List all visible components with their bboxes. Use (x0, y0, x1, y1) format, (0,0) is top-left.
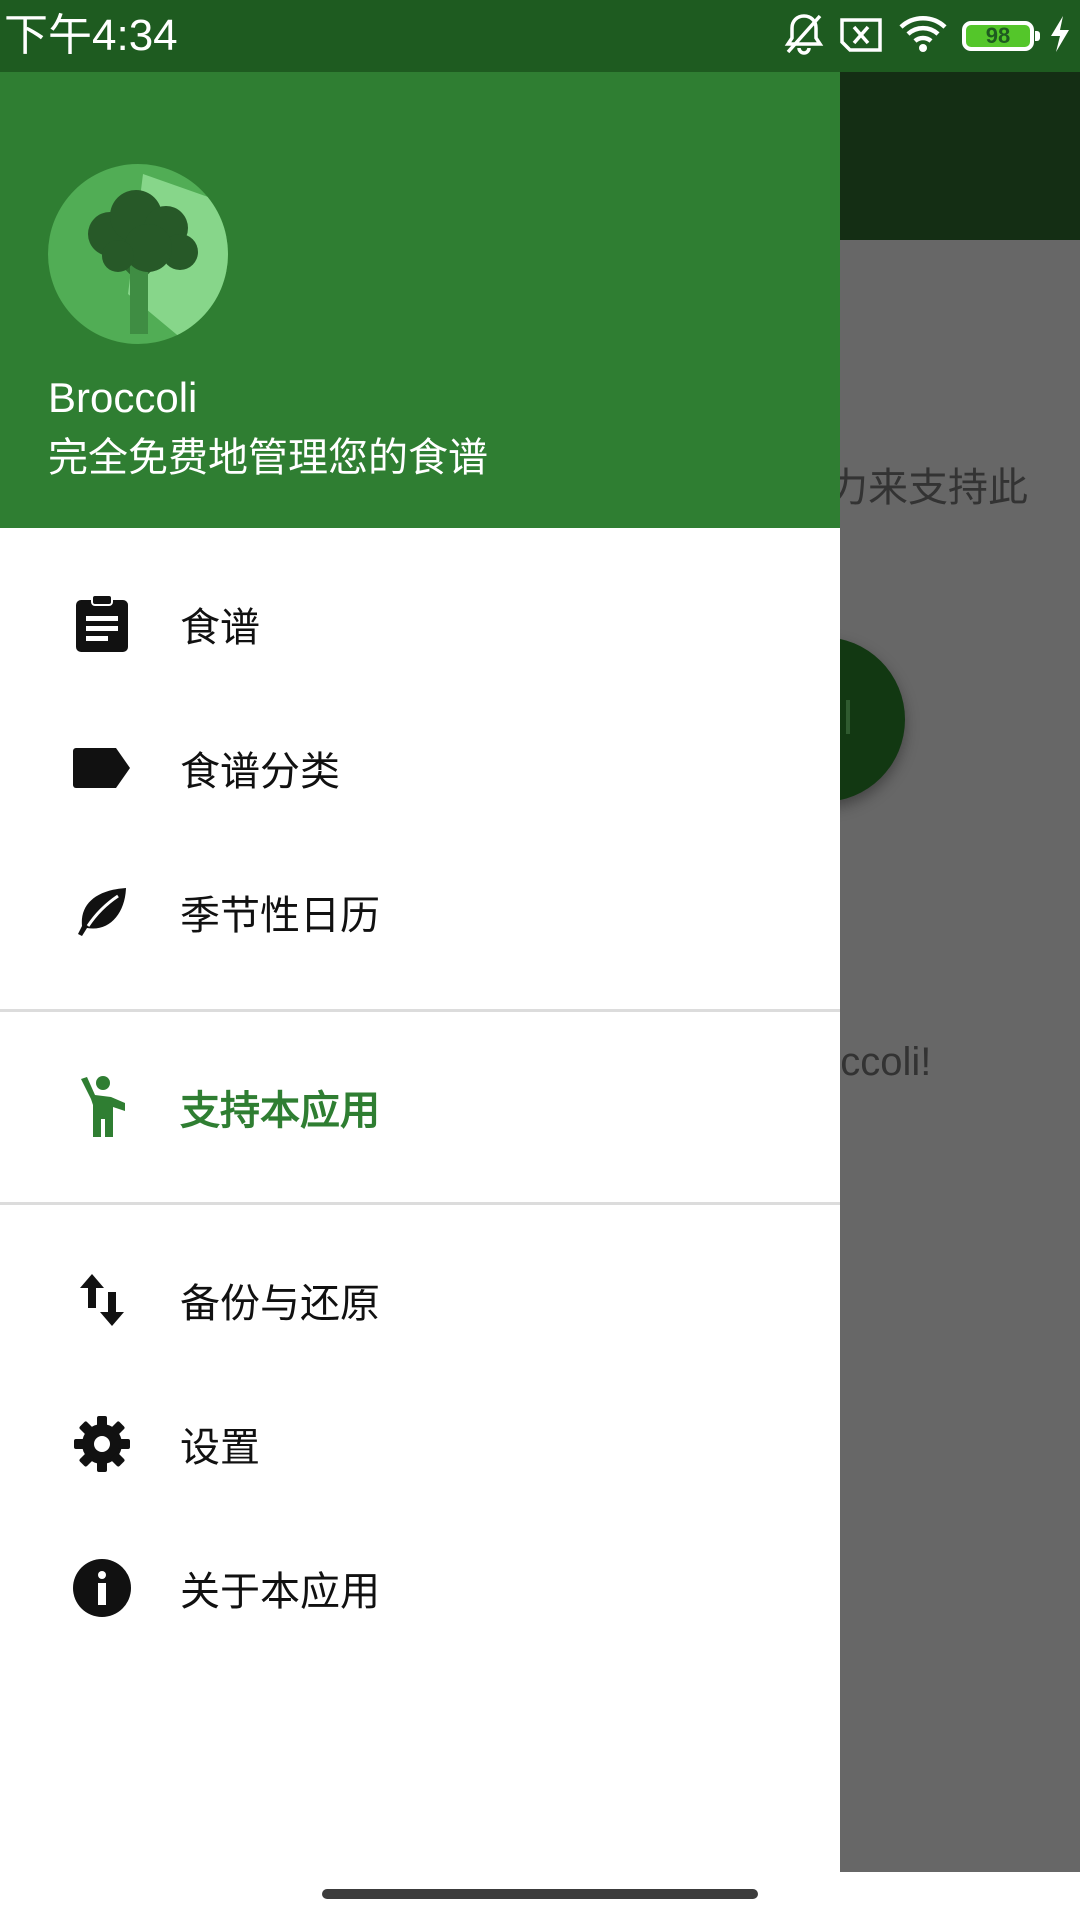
person-waving-icon (70, 1075, 134, 1139)
background-fab-glyph (846, 700, 850, 734)
broccoli-logo-icon (48, 164, 228, 344)
menu-item-backup-restore[interactable]: 备份与还原 (0, 1228, 840, 1372)
menu-item-label: 关于本应用 (180, 1569, 380, 1615)
status-bar: 下午4:34 98 (0, 0, 1080, 72)
sim-x-icon (838, 14, 884, 58)
gesture-nav-handle[interactable] (322, 1889, 758, 1899)
menu-item-categories[interactable]: 食谱分类 (0, 696, 840, 840)
clipboard-icon (70, 592, 134, 656)
label-tag-icon (70, 736, 134, 800)
app-tagline: 完全免费地管理您的食谱 (48, 435, 488, 481)
menu-item-about[interactable]: 关于本应用 (0, 1516, 840, 1660)
drawer-header: Broccoli 完全免费地管理您的食谱 (0, 72, 840, 528)
divider (0, 1202, 840, 1205)
menu-item-recipes[interactable]: 食谱 (0, 552, 840, 696)
app-name: Broccoli (48, 374, 198, 421)
battery-icon: 98 (962, 21, 1040, 51)
info-icon (70, 1556, 134, 1620)
menu-item-label: 备份与还原 (180, 1281, 380, 1327)
menu-item-settings[interactable]: 设置 (0, 1372, 840, 1516)
menu-item-seasonal-calendar[interactable]: 季节性日历 (0, 840, 840, 984)
menu-item-label: 设置 (180, 1425, 260, 1471)
navigation-drawer: Broccoli 完全免费地管理您的食谱 食谱 食谱分类 季节性日历 支持本应用… (0, 72, 840, 1872)
menu-item-label: 食谱分类 (180, 749, 340, 795)
bell-off-icon (784, 12, 824, 60)
divider (0, 1009, 840, 1012)
menu-item-label: 支持本应用 (180, 1088, 380, 1134)
menu-item-label: 食谱 (180, 605, 260, 651)
charging-icon (1048, 14, 1072, 58)
menu-item-support-app[interactable]: 支持本应用 (0, 1035, 840, 1179)
status-time: 下午4:34 (4, 11, 178, 60)
leaf-icon (70, 880, 134, 944)
gear-icon (70, 1412, 134, 1476)
wifi-icon (898, 14, 948, 58)
swap-vertical-icon (70, 1268, 134, 1332)
menu-item-label: 季节性日历 (180, 893, 380, 939)
background-text: 力来支持此 (828, 465, 1028, 511)
status-icons: 98 (770, 12, 1072, 60)
